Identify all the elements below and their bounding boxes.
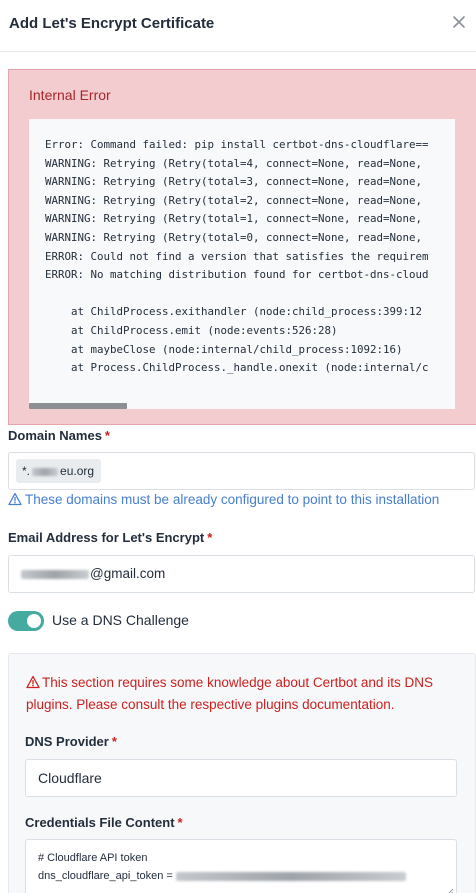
warning-triangle-icon bbox=[8, 492, 22, 506]
warning-triangle-icon bbox=[26, 675, 40, 689]
credentials-line-1: # Cloudflare API token bbox=[38, 852, 148, 864]
error-log-line: WARNING: Retrying (Retry(total=1, connec… bbox=[45, 212, 423, 226]
required-mark: * bbox=[111, 734, 117, 749]
redacted-text bbox=[175, 871, 406, 881]
dns-provider-select[interactable]: Cloudflare bbox=[25, 759, 457, 797]
credentials-content: # Cloudflare API token dns_cloudflare_ap… bbox=[38, 849, 406, 885]
domain-hint-text: These domains must be already configured… bbox=[25, 492, 440, 507]
dns-provider-label-text: DNS Provider bbox=[25, 734, 109, 749]
error-log-line: WARNING: Retrying (Retry(total=3, connec… bbox=[45, 175, 423, 189]
error-log-line bbox=[45, 285, 429, 304]
toggle-knob bbox=[27, 614, 41, 628]
dns-challenge-label[interactable]: Use a DNS Challenge bbox=[52, 612, 189, 628]
horizontal-scrollbar[interactable] bbox=[29, 403, 127, 409]
error-log-line: at Process.ChildProcess._handle.onexit (… bbox=[45, 361, 429, 375]
error-log-line: at maybeClose (node:internal/child_proce… bbox=[45, 342, 403, 356]
required-mark: * bbox=[207, 530, 213, 545]
domain-hint: These domains must be already configured… bbox=[8, 492, 439, 507]
error-log-line: Error: Command failed: pip install certb… bbox=[45, 138, 429, 151]
error-log-line: ERROR: Could not find a version that sat… bbox=[45, 249, 429, 263]
dns-challenge-section: This section requires some knowledge abo… bbox=[8, 653, 476, 893]
resize-handle-icon[interactable] bbox=[446, 888, 454, 893]
required-mark: * bbox=[104, 428, 110, 443]
dns-warning: This section requires some knowledge abo… bbox=[26, 672, 466, 716]
required-mark: * bbox=[177, 815, 183, 830]
email-value-suffix: @gmail.com bbox=[90, 566, 166, 581]
close-icon[interactable] bbox=[450, 13, 468, 31]
redacted-text bbox=[21, 569, 89, 579]
error-log-line: WARNING: Retrying (Retry(total=2, connec… bbox=[45, 193, 423, 207]
modal-header: Add Let's Encrypt Certificate bbox=[0, 0, 476, 52]
error-log[interactable]: Error: Command failed: pip install certb… bbox=[29, 119, 455, 409]
email-label: Email Address for Let's Encrypt * bbox=[8, 530, 212, 545]
error-alert: Internal Error Error: Command failed: pi… bbox=[8, 69, 476, 425]
dns-challenge-toggle[interactable] bbox=[8, 611, 44, 631]
domain-tag[interactable]: *. eu.org bbox=[16, 459, 102, 483]
error-log-lines: Error: Command failed: pip install certb… bbox=[45, 136, 429, 378]
credentials-label-text: Credentials File Content bbox=[25, 815, 175, 830]
error-title: Internal Error bbox=[29, 87, 111, 103]
domain-tag-prefix: *. bbox=[22, 464, 31, 478]
credentials-label: Credentials File Content * bbox=[25, 815, 183, 830]
redacted-text bbox=[32, 467, 59, 476]
domain-names-label-text: Domain Names bbox=[8, 428, 102, 443]
email-value: @gmail.com bbox=[21, 566, 165, 581]
domain-tag-suffix: eu.org bbox=[60, 464, 95, 478]
domain-names-input[interactable]: *. eu.org bbox=[8, 452, 475, 490]
dns-provider-value: Cloudflare bbox=[38, 770, 102, 786]
dns-warning-text: This section requires some knowledge abo… bbox=[26, 675, 433, 712]
email-label-text: Email Address for Let's Encrypt bbox=[8, 530, 205, 545]
domain-names-label: Domain Names * bbox=[8, 428, 110, 443]
error-log-line: at ChildProcess.exithandler (node:child_… bbox=[45, 305, 423, 319]
email-input[interactable]: @gmail.com bbox=[8, 555, 475, 593]
error-log-line: WARNING: Retrying (Retry(total=0, connec… bbox=[45, 230, 423, 244]
modal-title: Add Let's Encrypt Certificate bbox=[9, 15, 215, 32]
credentials-line-2: dns_cloudflare_api_token = bbox=[38, 870, 176, 882]
error-log-line: ERROR: No matching distribution found fo… bbox=[45, 268, 429, 282]
dns-provider-label: DNS Provider * bbox=[25, 734, 117, 749]
credentials-textarea[interactable]: # Cloudflare API token dns_cloudflare_ap… bbox=[25, 839, 457, 893]
error-log-line: WARNING: Retrying (Retry(total=4, connec… bbox=[45, 156, 423, 170]
error-log-line: at ChildProcess.emit (node:events:526:28… bbox=[45, 323, 338, 337]
